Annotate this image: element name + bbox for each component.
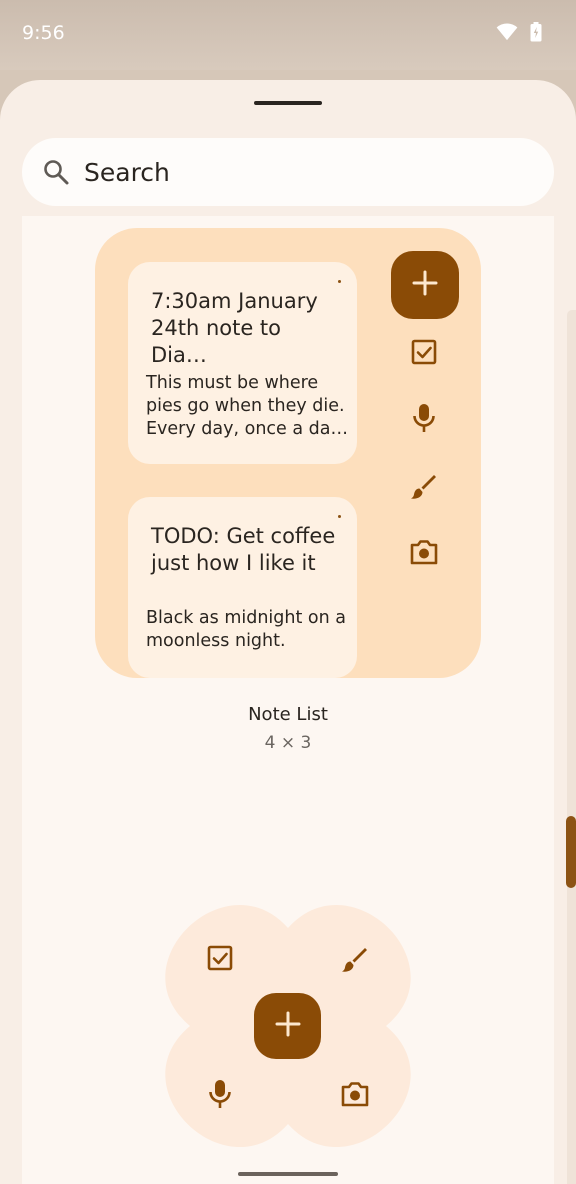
widget-size: 4 × 3 [264,733,312,753]
status-bar: 9:56 [0,0,576,70]
status-icons [496,22,542,47]
note-title: TODO: Get coffee just how I like it [151,524,336,575]
note-body: Black as midnight on a moonless night. [146,608,346,651]
note-body: This must be where pies go when they die… [146,373,348,439]
add-note-button [391,251,459,319]
brush-icon [340,944,370,974]
brush-icon [409,471,439,501]
status-time: 9:56 [22,22,65,44]
drag-handle[interactable] [254,101,322,105]
search-bar[interactable]: Search [22,138,554,206]
quick-actions-widget-preview[interactable] [160,898,416,1154]
note-card: 7:30am January 24th note to Dia… This mu… [128,262,357,464]
note-indicator [338,515,341,518]
add-note-button [254,993,321,1059]
search-icon [42,158,70,191]
note-card: TODO: Get coffee just how I like it Blac… [128,497,357,678]
battery-icon [530,22,542,47]
search-label: Search [84,158,170,187]
note-indicator [338,280,341,283]
mic-icon [206,1078,234,1110]
plus-icon [412,270,438,301]
wifi-icon [496,23,518,46]
note-list-widget-preview[interactable]: 7:30am January 24th note to Dia… This mu… [95,228,481,678]
checkbox-icon [410,338,438,366]
checkbox-icon [206,944,234,972]
camera-icon [409,538,439,566]
mic-icon [410,402,438,434]
scrollbar-thumb[interactable] [566,816,576,888]
widget-name: Note List [248,704,328,725]
plus-icon [275,1011,301,1042]
note-title: 7:30am January 24th note to Dia… [151,289,318,367]
navigation-handle[interactable] [238,1172,338,1176]
camera-icon [340,1080,370,1108]
